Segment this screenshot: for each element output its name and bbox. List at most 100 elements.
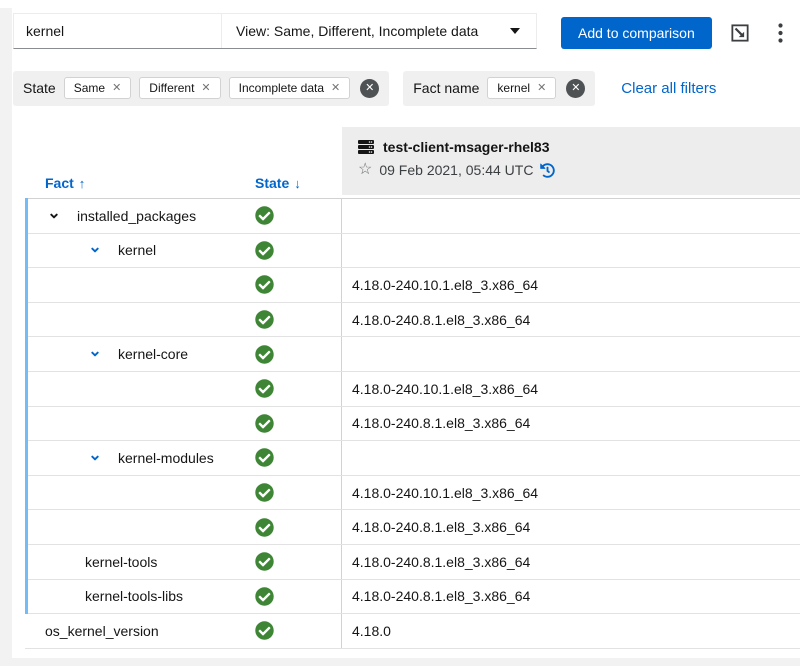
value-cell: 4.18.0-240.8.1.el8_3.x86_64 (342, 519, 800, 535)
table-row: installed_packages (25, 199, 800, 234)
filter-chip: Different✕ (139, 77, 220, 99)
expand-chevron-icon[interactable] (48, 210, 60, 222)
fact-table-body: installed_packageskernel 4.18.0-240.10.1.… (25, 198, 800, 649)
state-cell (255, 441, 342, 475)
table-row: kernel-core (25, 337, 800, 372)
fact-cell (25, 303, 255, 337)
sort-descending-icon: ↓ (294, 176, 301, 191)
table-row: 4.18.0-240.10.1.el8_3.x86_64 (25, 372, 800, 407)
table-row: os_kernel_version4.18.0 (25, 614, 800, 649)
table-row: 4.18.0-240.8.1.el8_3.x86_64 (25, 510, 800, 545)
value-cell: 4.18.0-240.8.1.el8_3.x86_64 (342, 312, 800, 328)
fact-cell (25, 510, 255, 544)
fact-search-input[interactable] (14, 14, 222, 48)
table-row: kernel-modules (25, 441, 800, 476)
fact-name-chips: kernel ✕ (487, 77, 556, 99)
same-state-check-icon (255, 241, 274, 260)
fact-name-label: kernel-modules (118, 450, 214, 466)
chevron-down-icon (510, 28, 520, 34)
filter-chip: kernel ✕ (487, 77, 556, 99)
fact-name-label: kernel-tools (85, 554, 157, 570)
same-state-check-icon (255, 206, 274, 225)
state-cell (255, 510, 342, 544)
value-cell: 4.18.0-240.8.1.el8_3.x86_64 (342, 554, 800, 570)
state-chip-group-close-button[interactable]: ✕ (360, 79, 379, 98)
export-icon (731, 24, 749, 42)
state-cell (255, 407, 342, 441)
table-row: kernel (25, 234, 800, 269)
table-row: 4.18.0-240.10.1.el8_3.x86_64 (25, 476, 800, 511)
fact-name-chip-group-close-button[interactable]: ✕ (566, 79, 585, 98)
favorite-star-icon[interactable]: ☆ (358, 162, 372, 178)
fact-name-label: installed_packages (77, 208, 196, 224)
fact-column-sort-header[interactable]: Fact ↑ (25, 168, 255, 198)
expand-chevron-icon[interactable] (89, 244, 101, 256)
filter-combo: View: Same, Different, Incomplete data (13, 13, 537, 49)
same-state-check-icon (255, 587, 274, 606)
fact-cell: installed_packages (25, 199, 255, 233)
state-cell (255, 337, 342, 371)
close-icon[interactable]: ✕ (201, 83, 210, 94)
close-icon[interactable]: ✕ (112, 83, 121, 94)
close-icon[interactable]: ✕ (331, 83, 340, 94)
kebab-menu-button[interactable] (768, 22, 792, 44)
state-cell (255, 545, 342, 579)
same-state-check-icon (255, 552, 274, 571)
state-chip-group: State Same✕Different✕Incomplete data✕ ✕ (13, 71, 389, 106)
state-cell (255, 372, 342, 406)
add-to-comparison-button[interactable]: Add to comparison (561, 17, 712, 49)
state-cell (255, 199, 342, 233)
state-cell (255, 476, 342, 510)
chip-group-label: Fact name (413, 80, 479, 96)
same-state-check-icon (255, 379, 274, 398)
active-filters-bar: State Same✕Different✕Incomplete data✕ ✕ … (13, 70, 800, 106)
fact-name-label: os_kernel_version (45, 623, 159, 639)
state-column-sort-header[interactable]: State ↓ (255, 168, 342, 198)
close-icon[interactable]: ✕ (537, 83, 546, 94)
view-filter-dropdown[interactable]: View: Same, Different, Incomplete data (222, 14, 536, 48)
same-state-check-icon (255, 483, 274, 502)
same-state-check-icon (255, 275, 274, 294)
view-filter-label: View: Same, Different, Incomplete data (236, 23, 478, 39)
value-cell: 4.18.0-240.10.1.el8_3.x86_64 (342, 485, 800, 501)
table-row: 4.18.0-240.8.1.el8_3.x86_64 (25, 303, 800, 338)
fact-cell (25, 372, 255, 406)
kebab-icon (778, 23, 783, 43)
state-cell (255, 614, 342, 648)
system-column-header: test-client-msager-rhel83 ☆ 09 Feb 2021,… (342, 127, 800, 195)
fact-cell: kernel-tools-libs (25, 580, 255, 614)
filter-chip-label: Same (74, 81, 105, 95)
history-icon[interactable] (540, 163, 555, 178)
fact-name-label: kernel (118, 242, 156, 258)
expand-chevron-icon[interactable] (89, 348, 101, 360)
system-updated-timestamp: 09 Feb 2021, 05:44 UTC (379, 162, 533, 178)
state-chips: Same✕Different✕Incomplete data✕ (64, 77, 351, 99)
fact-cell: kernel-tools (25, 545, 255, 579)
same-state-check-icon (255, 310, 274, 329)
state-cell (255, 580, 342, 614)
filter-chip-label: kernel (497, 81, 530, 95)
filter-chip: Same ✕ (64, 77, 132, 99)
value-cell: 4.18.0-240.8.1.el8_3.x86_64 (342, 415, 800, 431)
expand-chevron-icon[interactable] (89, 452, 101, 464)
table-row: kernel-tools 4.18.0-240.8.1.el8_3.x86_64 (25, 545, 800, 580)
fact-name-label: kernel-core (118, 346, 188, 362)
server-icon (358, 139, 374, 155)
value-cell: 4.18.0-240.10.1.el8_3.x86_64 (342, 381, 800, 397)
fact-name-label: kernel-tools-libs (85, 588, 183, 604)
fact-name-chip-group: Fact name kernel ✕ ✕ (403, 71, 595, 106)
same-state-check-icon (255, 518, 274, 537)
same-state-check-icon (255, 414, 274, 433)
state-cell (255, 303, 342, 337)
same-state-check-icon (255, 448, 274, 467)
system-name: test-client-msager-rhel83 (383, 139, 550, 155)
table-row: kernel-tools-libs4.18.0-240.8.1.el8_3.x8… (25, 580, 800, 615)
chip-group-label: State (23, 80, 56, 96)
clear-all-filters-link[interactable]: Clear all filters (621, 80, 716, 97)
export-button[interactable] (728, 22, 752, 44)
value-cell: 4.18.0-240.10.1.el8_3.x86_64 (342, 277, 800, 293)
state-cell (255, 268, 342, 302)
fact-cell: kernel-core (25, 337, 255, 371)
fact-cell (25, 268, 255, 302)
same-state-check-icon (255, 345, 274, 364)
